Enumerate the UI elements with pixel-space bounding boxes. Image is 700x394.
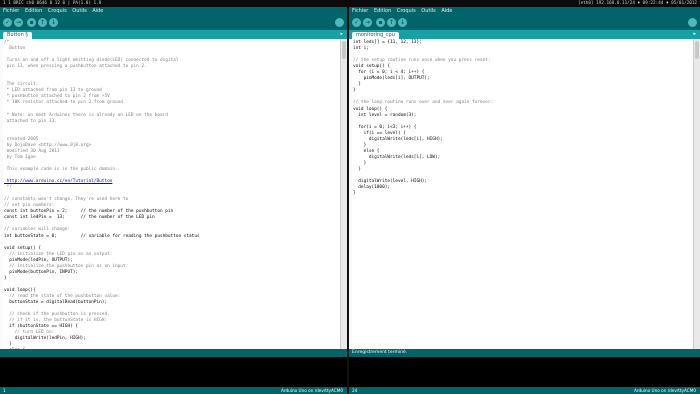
- menu-outils[interactable]: Outils: [421, 8, 435, 14]
- toolbar: ✓ → ▪ ↑ ↓: [0, 15, 347, 30]
- tab-menu-arrow-icon[interactable]: ▸: [693, 31, 696, 38]
- menu-edition[interactable]: Edition: [25, 8, 42, 14]
- vertical-scrollbar[interactable]: [693, 39, 700, 349]
- menu-fichier[interactable]: Fichier: [3, 8, 19, 14]
- line-number: 24: [352, 388, 358, 393]
- tab-bar: Button § ▸: [0, 30, 347, 39]
- verify-icon[interactable]: ✓: [3, 18, 12, 27]
- code-line: }: [353, 191, 356, 197]
- upload-icon[interactable]: →: [14, 18, 23, 27]
- status-bar: 1 Arduino Uno on /dev/ttyACM0: [0, 387, 347, 394]
- message-bar: [0, 349, 347, 357]
- message-bar: Enregistrement terminé.: [349, 349, 700, 357]
- menu-bar: Fichier Edition Croquis Outils Aide: [349, 7, 700, 15]
- open-icon[interactable]: ↑: [387, 18, 396, 27]
- system-top-bar: 1 1 BRIC ch0 0646 0 12 0 | PA(1.0) 1.8 […: [0, 0, 700, 7]
- arduino-window-button: Fichier Edition Croquis Outils Aide ✓ → …: [0, 7, 347, 394]
- menu-outils[interactable]: Outils: [72, 8, 86, 14]
- save-icon[interactable]: ↓: [49, 18, 58, 27]
- tab-monitoring-cpu[interactable]: monitoring_cpu: [352, 32, 399, 39]
- console-output: [0, 357, 347, 387]
- tab-button[interactable]: Button §: [3, 32, 32, 39]
- status-bar: 24 Arduino Uno on /dev/ttyACM0: [349, 387, 700, 394]
- menu-aide[interactable]: Aide: [441, 8, 452, 14]
- editor-gutter: [349, 39, 352, 349]
- code-text: int leds[] = {11, 12, 13}; int i;// the s…: [353, 40, 693, 197]
- arduino-window-monitoring-cpu: Fichier Edition Croquis Outils Aide ✓ → …: [349, 7, 700, 394]
- board-info: Arduino Uno on /dev/ttyACM0: [634, 388, 696, 393]
- toolbar: ✓ → ▪ ↑ ↓: [349, 15, 700, 30]
- menu-aide[interactable]: Aide: [92, 8, 103, 14]
- console-output: [349, 357, 700, 387]
- open-icon[interactable]: ↑: [38, 18, 47, 27]
- tab-bar: monitoring_cpu ▸: [349, 30, 700, 39]
- serial-monitor-icon[interactable]: [688, 18, 697, 27]
- menu-bar: Fichier Edition Croquis Outils Aide: [0, 7, 347, 15]
- line-number: 1: [3, 388, 6, 393]
- code-text: /* Button Turns on and off a light emitt…: [4, 40, 340, 349]
- system-status-left: 1 1 BRIC ch0 0646 0 12 0 | PA(1.0) 1.8: [3, 1, 102, 6]
- menu-fichier[interactable]: Fichier: [352, 8, 368, 14]
- board-info: Arduino Uno on /dev/ttyACM0: [281, 388, 343, 393]
- system-status-right: [eth0] 192.168.0.11/24 ♦ 09:22:44 ♦ 05/0…: [578, 1, 697, 6]
- menu-edition[interactable]: Edition: [374, 8, 391, 14]
- vertical-scrollbar[interactable]: [340, 39, 347, 349]
- save-icon[interactable]: ↓: [398, 18, 407, 27]
- upload-icon[interactable]: →: [363, 18, 372, 27]
- serial-monitor-icon[interactable]: [335, 18, 344, 27]
- menu-croquis[interactable]: Croquis: [397, 8, 416, 14]
- scrollbar-thumb[interactable]: [342, 41, 346, 59]
- new-icon[interactable]: ▪: [376, 18, 385, 27]
- tab-menu-arrow-icon[interactable]: ▸: [340, 31, 343, 38]
- scrollbar-thumb[interactable]: [695, 41, 699, 59]
- code-editor[interactable]: /* Button Turns on and off a light emitt…: [0, 39, 340, 349]
- new-icon[interactable]: ▪: [27, 18, 36, 27]
- editor-gutter: [0, 39, 3, 349]
- verify-icon[interactable]: ✓: [352, 18, 361, 27]
- code-editor[interactable]: int leds[] = {11, 12, 13}; int i;// the s…: [349, 39, 693, 349]
- menu-croquis[interactable]: Croquis: [48, 8, 67, 14]
